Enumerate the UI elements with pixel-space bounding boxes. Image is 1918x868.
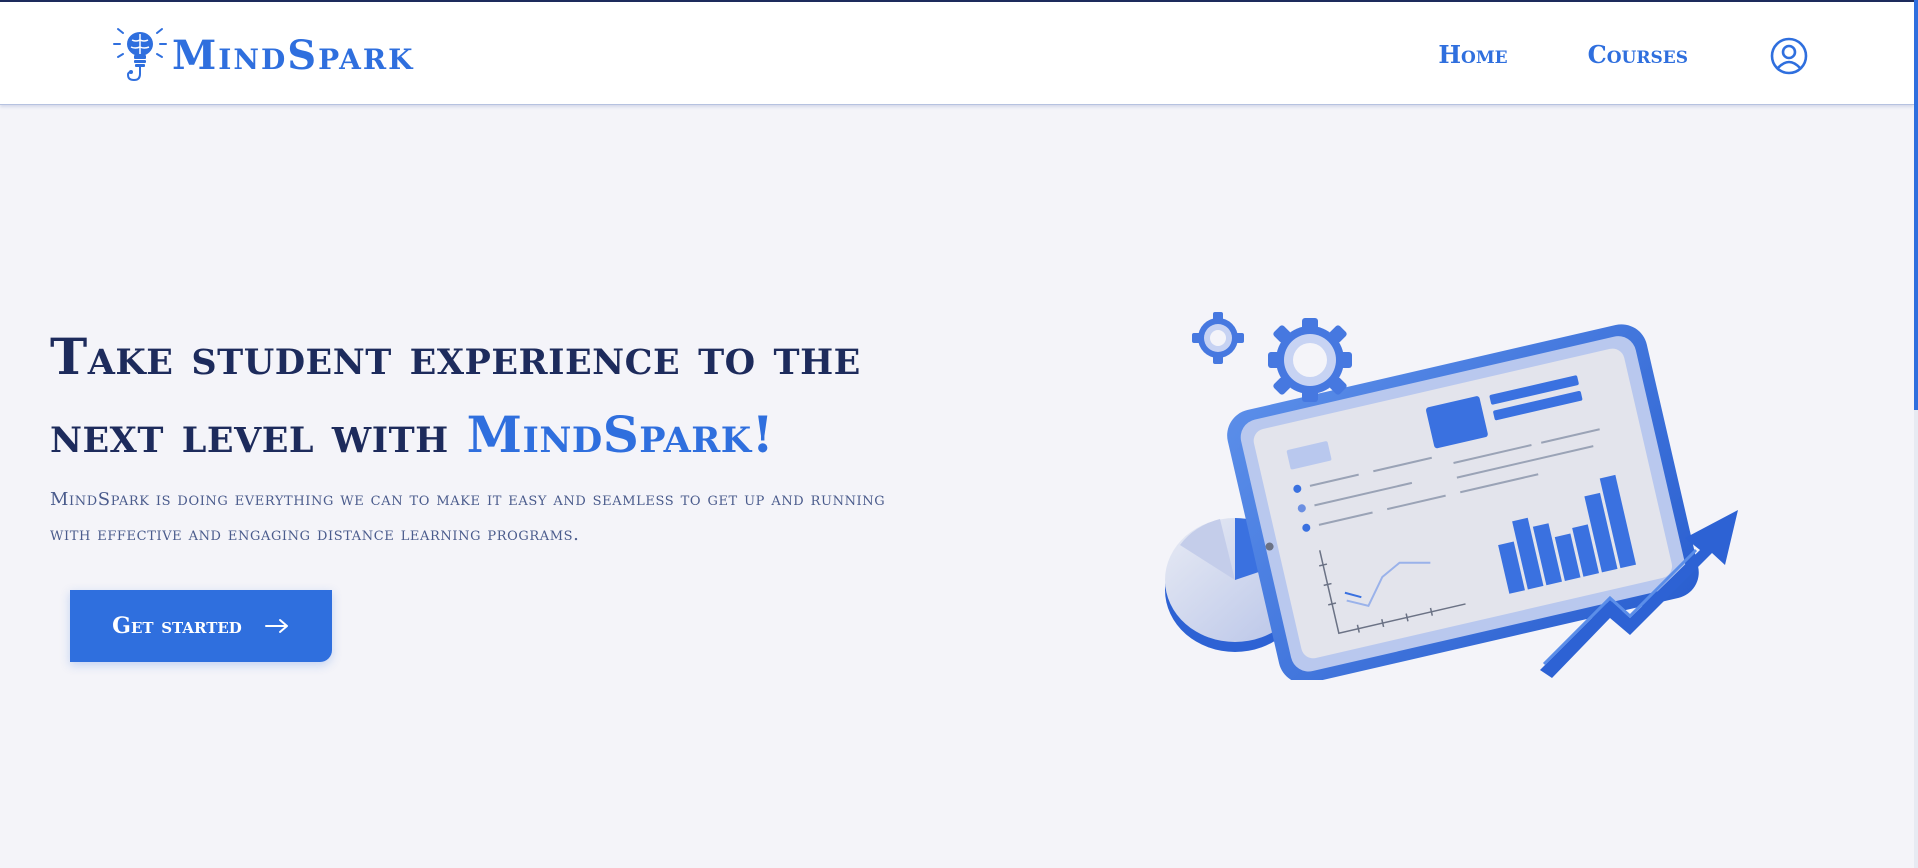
top-navigation-bar: MindSpark Home Courses (0, 0, 1914, 105)
get-started-label: Get started (112, 613, 242, 639)
brand-logo-link[interactable]: MindSpark (110, 24, 414, 86)
user-circle-icon[interactable] (1770, 37, 1808, 75)
gear-icon (1268, 318, 1352, 402)
hero-subtitle: MindSpark is doing everything we can to … (50, 489, 886, 545)
brain-bulb-icon (113, 28, 167, 82)
page-scrollbar[interactable] (1914, 0, 1918, 868)
brand-name: MindSpark (172, 31, 415, 79)
small-gear-icon (1192, 312, 1244, 364)
get-started-button[interactable]: Get started (70, 590, 332, 662)
main-navigation: Home Courses (1438, 40, 1688, 69)
nav-link-home[interactable]: Home (1438, 40, 1507, 69)
arrow-right-icon (264, 619, 288, 633)
analytics-dashboard-illustration (1165, 312, 1738, 680)
nav-link-courses[interactable]: Courses (1588, 40, 1688, 69)
scrollbar-thumb[interactable] (1914, 0, 1918, 410)
hero-title: Take student experience to the next leve… (50, 318, 930, 474)
hero-title-accent: MindSpark! (466, 405, 775, 464)
